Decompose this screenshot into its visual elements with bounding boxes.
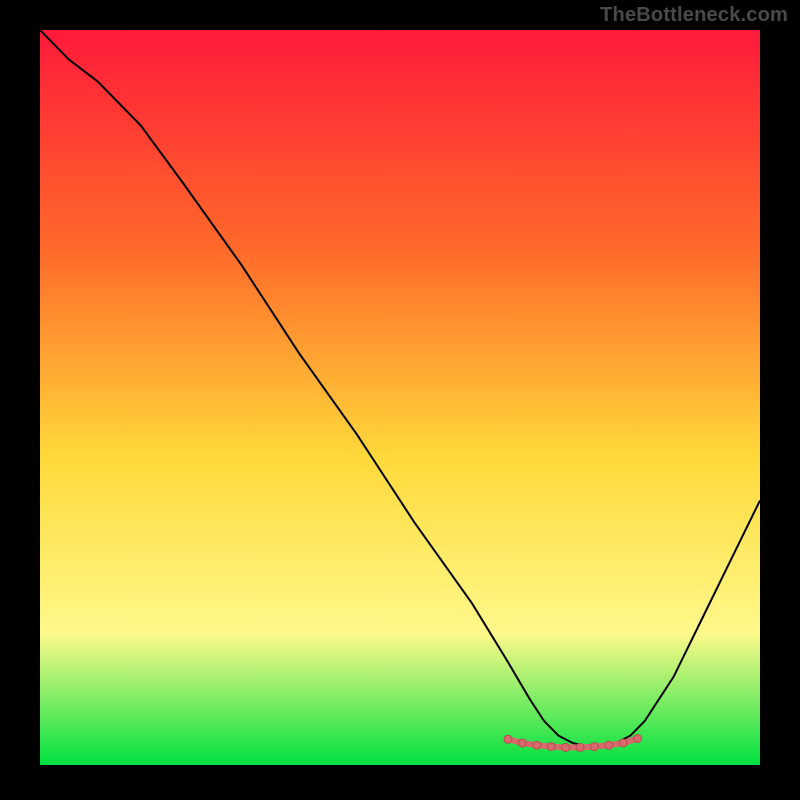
marker-dot	[518, 739, 526, 747]
marker-dot	[605, 741, 613, 749]
marker-dot	[504, 735, 512, 743]
marker-dot	[590, 743, 598, 751]
marker-dot	[576, 743, 584, 751]
gradient-background	[40, 30, 760, 765]
marker-dot	[619, 739, 627, 747]
plot-area	[40, 30, 760, 765]
marker-dot	[547, 743, 555, 751]
watermark-text: TheBottleneck.com	[600, 4, 788, 27]
marker-dot	[634, 735, 642, 743]
bottleneck-chart	[40, 30, 760, 765]
marker-dot	[562, 743, 570, 751]
chart-frame: TheBottleneck.com	[0, 0, 800, 800]
marker-dot	[533, 741, 541, 749]
